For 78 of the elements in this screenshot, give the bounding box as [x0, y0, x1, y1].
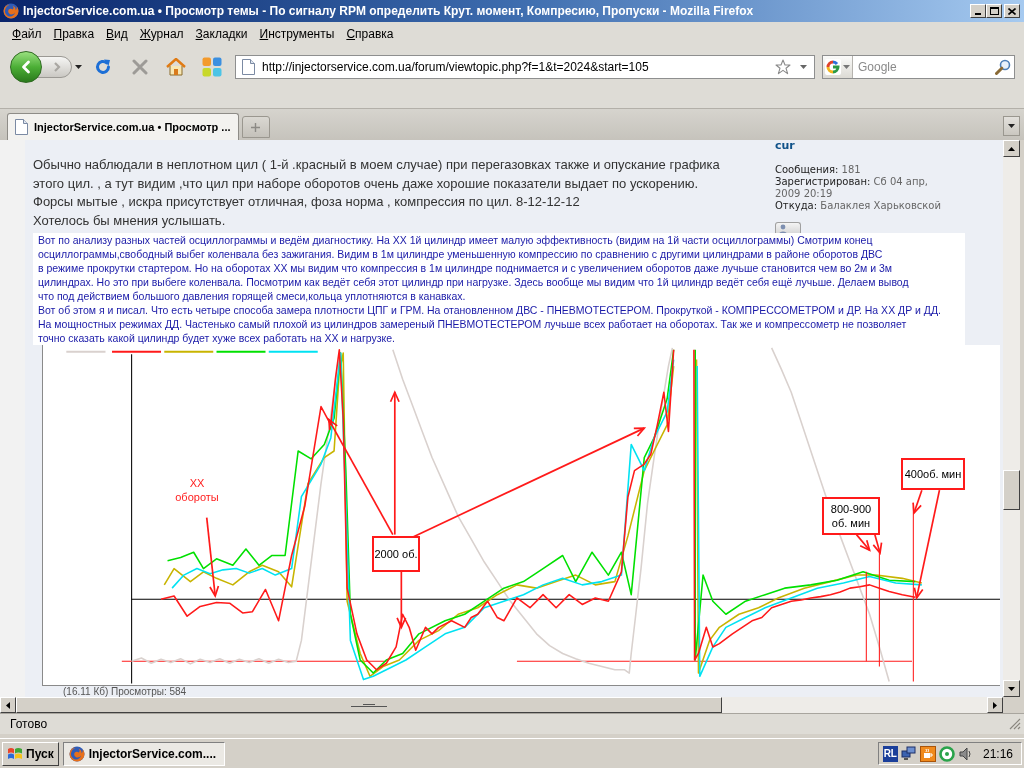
tab[interactable]: InjectorService.com.ua • Просмотр ... [7, 113, 239, 140]
legend-line [65, 350, 107, 353]
scroll-up-button[interactable] [1003, 140, 1020, 157]
ring-icon [938, 745, 955, 762]
scroll-down-button[interactable] [1003, 680, 1020, 697]
status-text: Готово [10, 716, 48, 733]
address-field[interactable]: http://injectorservice.com.ua/forum/viewtopic.php?f=1&t=2024&start=105 [262, 56, 774, 77]
maximize-button[interactable] [986, 4, 1002, 18]
profile-field: Откуда: Балаклея Харьковской [775, 200, 947, 212]
reload-icon [94, 57, 112, 76]
menu-item[interactable]: Файл [6, 24, 48, 44]
arrow-right-icon [53, 61, 61, 72]
cup-icon [919, 745, 936, 762]
maximize-icon [989, 7, 999, 15]
caret-left-icon [6, 701, 10, 709]
menu-item[interactable]: Справка [340, 24, 400, 44]
image-paragraph: Вот по анализу разных частей осциллограммы и ведём диагностику. На ХХ 1й цилиндр имеет малую эффективность (видим на 1й части осциллограммы) Смотрим конец осциллограммы,свободный выбег коленвала без зажигания. Видим в 1м цилиндре уменьшенную компрессию по сравнению с другими цилиндрами в районе оборотов ДВС в режиме прокрутки стартером. Но на оборотах ХХ мы видим что компрессия в 1м цилиндре поднимается и с увеличением оборотов даже лучьше становится чем во 2м и 3м цилиндрах. Но это при выбеге коленвала. Посмотрим как ведёт себя этот цилиндр при нагрузке. Здесь вообще мы видим что 1й цилиндр ведёт себя ещё лучьше. Делаем вывод что под действием большого давления горящей смеси,кольца уплотняются в канавках. [38, 233, 909, 303]
menu-item[interactable]: Правка [47, 24, 101, 44]
profile-field: Зарегистрирован: Сб 04 апр, 2009 20:19 [775, 176, 947, 200]
username[interactable]: cur [775, 140, 1003, 152]
address-bar[interactable]: http://injectorservice.com.ua/forum/viewtopic.php?f=1&t=2024&start=105 [235, 54, 815, 79]
caret-down-icon [1008, 124, 1015, 128]
caret-down-icon [75, 64, 82, 69]
search-engine-icon [825, 58, 841, 75]
house-icon [166, 57, 186, 76]
search-icon [995, 58, 1011, 75]
search-engine-button[interactable] [823, 55, 853, 78]
back-button[interactable] [10, 50, 42, 83]
close-icon [1008, 7, 1016, 15]
language-indicator[interactable]: RL [882, 745, 898, 762]
tab-list-button[interactable] [1003, 116, 1020, 136]
taskbar-button[interactable]: InjectorService.com.... [62, 741, 225, 766]
flag-icon [7, 746, 23, 761]
scroll-right-button[interactable] [987, 697, 1003, 713]
caret-down-icon [843, 64, 850, 69]
search-bar[interactable]: Google [822, 54, 1015, 79]
caret-right-icon [993, 701, 997, 709]
annotation-arrow [396, 570, 407, 630]
close-icon [132, 58, 148, 75]
clock: 21:16 [982, 745, 1013, 763]
callout-label: 2000 об. [372, 536, 420, 572]
scrollbar-thumb[interactable] [1003, 470, 1020, 510]
plus-icon [251, 122, 260, 132]
menu-item[interactable]: Журнал [133, 24, 190, 44]
menu-item[interactable]: Закладки [189, 24, 254, 44]
grid-icon [202, 56, 222, 77]
caret-up-icon [1008, 146, 1015, 151]
minimize-button[interactable] [970, 4, 986, 18]
callout-label: 400об. мин [901, 458, 965, 490]
caret-down-icon [1008, 686, 1015, 691]
page-icon [15, 119, 28, 135]
menu-item[interactable]: Вид [100, 24, 134, 44]
grip-icon [351, 703, 387, 707]
minimize-icon [975, 13, 981, 15]
page-icon [242, 58, 255, 75]
attachment-caption: (16.11 Кб) Просмотры: 584 [63, 686, 188, 697]
scroll-left-button[interactable] [0, 697, 16, 713]
arrow-left-icon [20, 59, 32, 74]
globe-icon [3, 3, 19, 19]
network-icon [900, 745, 917, 762]
globe-icon [68, 745, 85, 762]
star-icon [775, 58, 791, 75]
search-field[interactable]: Google [858, 56, 992, 77]
annotation-text: ХХ обороты [174, 476, 220, 504]
window-title: InjectorService.com.ua • Просмотр темы - По сигналу RPM определить Крут. момент, Компресию, Пропуски - Mozilla Firefox [23, 3, 754, 20]
profile-button[interactable] [775, 222, 801, 234]
start-button[interactable]: Пуск [2, 741, 59, 766]
menu-item[interactable]: Инструменты [253, 24, 341, 44]
bookmark-star-button[interactable] [774, 57, 792, 76]
close-button[interactable] [1004, 4, 1020, 18]
profile-field: Сообщения: 181 [775, 164, 947, 176]
resize-grip-icon [1009, 718, 1021, 730]
scrollbar-thumb[interactable] [16, 697, 722, 713]
callout-label: 800-900 об. мин [822, 497, 880, 535]
caret-down-icon [799, 64, 807, 69]
speaker-icon [957, 745, 974, 762]
post-text: Обычно наблюдали в неплотном цил ( 1-й .красный в моем случае) при перегазовках также и опускание графика этого цил. , а тут видим ,что цил при наборе оборотов очень даже хорошие показатели выдает по ускорению. Форсы мытые , искра присутствует отличная, фоза норма , компрессия по цил. 8-12-12-12 Хотелось бы мнения услышать. [33, 156, 721, 230]
image-paragraph: Вот об этом я и писал. Что есть четыре способа замера плотности ЦПГ и ГРМ. На отановленном ДВС - ПНЕВМОТЕСТЕРОМ. Прокруткой - КОМПРЕССОМЕТРОМ и ДР. На ХХ ДР и ДД. На мощностных режимах ДД. Частенько самый плохой из цилиндров замереный ПНЕВМОТЕСТЕРОМ лучьше всех работает на оборотах. Так же и компрессометр не позволяет точно сказать какой цилиндр будет хуже всех работать на ХХ и нагрузке. [38, 303, 941, 345]
